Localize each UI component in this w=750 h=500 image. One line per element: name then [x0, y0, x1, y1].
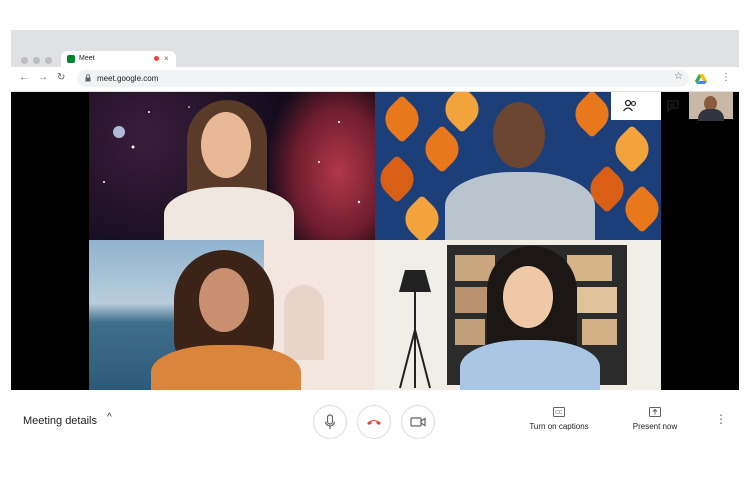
participant-tile-4[interactable] — [375, 240, 661, 390]
chevron-up-icon[interactable]: ^ — [107, 412, 112, 423]
browser-window: Meet × ← → ↻ meet.google.com ☆ ⋮ Meeting… — [11, 30, 739, 450]
microphone-button[interactable] — [313, 405, 347, 439]
tab-strip: Meet × — [11, 30, 739, 67]
forward-icon[interactable]: → — [38, 71, 48, 85]
tab-meet[interactable]: Meet × — [61, 51, 176, 67]
phone-hangup-icon — [367, 420, 381, 425]
window-close-dot[interactable] — [21, 57, 28, 64]
recording-indicator-icon — [154, 56, 159, 61]
floor-lamp — [399, 270, 431, 389]
microphone-icon — [324, 414, 336, 429]
present-now-button[interactable]: Present now — [623, 405, 687, 431]
participant-tile-1[interactable] — [89, 92, 375, 240]
window-maximize-dot[interactable] — [45, 57, 52, 64]
arch-window — [284, 285, 324, 360]
captions-label: Turn on captions — [529, 422, 589, 431]
closed-captions-icon: CC — [553, 407, 565, 417]
tab-close-icon[interactable]: × — [164, 52, 169, 65]
chat-icon[interactable] — [667, 100, 679, 112]
call-controls-bar: Meeting details ^ CC Turn on captions Pr… — [11, 390, 739, 450]
svg-text:CC: CC — [555, 410, 563, 416]
meet-favicon-icon — [67, 55, 75, 63]
end-call-button[interactable] — [357, 405, 391, 439]
browser-menu-icon[interactable]: ⋮ — [721, 71, 731, 85]
participant-tile-3[interactable] — [89, 240, 375, 390]
more-options-icon[interactable]: ⋮ — [715, 412, 727, 426]
captions-button[interactable]: CC Turn on captions — [523, 405, 595, 431]
drive-icon[interactable] — [695, 73, 707, 85]
camera-icon — [410, 417, 426, 427]
url-text: meet.google.com — [97, 74, 159, 83]
present-screen-icon — [649, 407, 661, 417]
present-label: Present now — [632, 422, 678, 431]
lock-icon — [85, 74, 91, 82]
self-view[interactable] — [689, 92, 733, 121]
back-icon[interactable]: ← — [19, 71, 29, 85]
tab-title: Meet — [79, 55, 95, 62]
reload-icon[interactable]: ↻ — [57, 71, 65, 85]
video-grid — [11, 92, 739, 390]
address-bar[interactable]: meet.google.com ☆ — [77, 70, 689, 87]
bookmark-star-icon[interactable]: ☆ — [674, 71, 683, 82]
window-minimize-dot[interactable] — [33, 57, 40, 64]
people-icon[interactable] — [623, 99, 637, 112]
camera-button[interactable] — [401, 405, 435, 439]
meeting-details-label[interactable]: Meeting details — [23, 414, 97, 428]
browser-toolbar: ← → ↻ meet.google.com ☆ ⋮ — [11, 67, 739, 92]
